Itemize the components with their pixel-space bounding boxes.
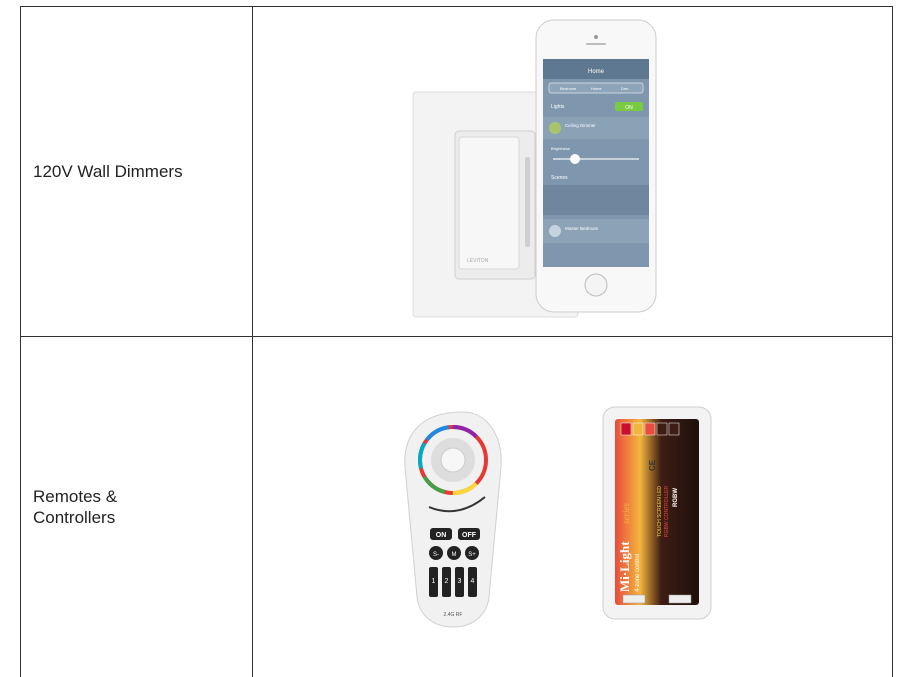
remote-on-label: ON	[436, 532, 447, 539]
zone-4-label: 4	[471, 578, 475, 585]
controller-side-text-1: TOUCH SCREEN LED	[657, 486, 663, 537]
remotes-image: ON OFF S- M S+ 1 2 3 4	[253, 337, 900, 677]
phone-tab-2: Home	[591, 86, 602, 91]
phone-toggle-on: ON	[625, 105, 633, 111]
zone-3-label: 3	[458, 578, 462, 585]
row-label-remotes: Remotes & Controllers	[33, 486, 153, 528]
controller-ce: CE	[648, 459, 657, 471]
phone-screen-title: Home	[588, 69, 605, 75]
remote-off-label: OFF	[462, 532, 477, 539]
table-row: 120V Wall Dimmers LEVITON	[21, 7, 893, 337]
wall-dimmer-image: LEVITON Home Bedroom Home Den Light	[253, 7, 900, 336]
label-cell: Remotes & Controllers	[21, 337, 253, 677]
controller-brand: Mi·Light	[617, 541, 632, 592]
remote-footer: 2.4G RF	[444, 612, 463, 618]
phone-item-master: Master Bedroom	[565, 226, 599, 231]
rgbw-remote-icon: ON OFF S- M S+ 1 2 3 4	[405, 412, 501, 627]
phone-section-scenes: Scenes	[551, 175, 568, 181]
image-cell: LEVITON Home Bedroom Home Den Light	[253, 7, 893, 337]
phone-slider-label: Brightness	[551, 146, 570, 151]
controller-brand-script: series	[621, 503, 631, 524]
phone-tab-3: Den	[621, 86, 628, 91]
zone-1-label: 1	[432, 578, 436, 585]
remote-s-plus-label: S+	[468, 552, 476, 558]
svg-text:LEVITON: LEVITON	[467, 258, 489, 264]
image-cell: ON OFF S- M S+ 1 2 3 4	[253, 337, 893, 677]
touch-controller-icon: Mi·Light series 4-zone control TOUCH SCR…	[603, 407, 711, 619]
controller-subtitle: 4-zone control	[635, 554, 641, 592]
zone-2-label: 2	[445, 578, 449, 585]
controller-rgbw: RGBW	[673, 488, 679, 507]
remote-m-label: M	[452, 552, 457, 558]
table-row: Remotes & Controllers	[21, 337, 893, 677]
product-table: 120V Wall Dimmers LEVITON	[20, 6, 893, 677]
phone-section-lights: Lights	[551, 104, 565, 110]
phone-tab-1: Bedroom	[560, 86, 577, 91]
remote-s-minus-label: S-	[433, 552, 439, 558]
label-cell: 120V Wall Dimmers	[21, 7, 253, 337]
smartphone-app-icon: Home Bedroom Home Den Lights ON Ceiling …	[536, 20, 656, 312]
row-label-wall-dimmers: 120V Wall Dimmers	[33, 162, 183, 181]
controller-side-text-2: RGBW CONTROLLER	[664, 485, 670, 537]
phone-item-ceiling: Ceiling Dimmer	[565, 123, 596, 128]
